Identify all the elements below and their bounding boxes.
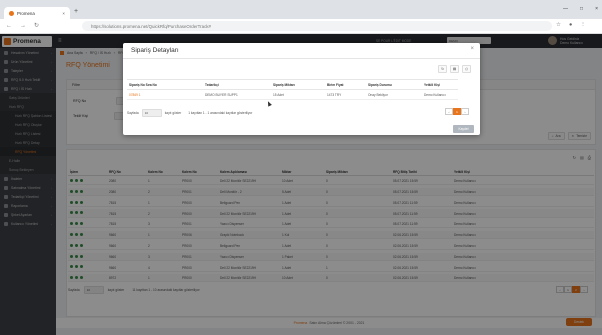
modal-page-size-label: Sayfada	[127, 111, 139, 115]
profile-icon[interactable]: ●	[569, 22, 572, 28]
modal-table-cell: Onay Bekliyor	[368, 93, 388, 97]
forward-icon[interactable]: →	[20, 23, 26, 29]
browser-tab[interactable]: Promena ×	[4, 7, 70, 19]
nav-buttons: ← → ↻	[6, 22, 39, 30]
modal-column-header[interactable]: Birim Fiyat	[327, 83, 343, 87]
modal-table-cell: Demo Kullanıcı	[424, 93, 446, 97]
modal-page-button[interactable]: ›	[461, 108, 469, 115]
modal-print-icon[interactable]: ⎙	[462, 65, 471, 73]
address-bar-row: ← → ↻ https://solutions.promena.net/Quic…	[0, 19, 602, 34]
save-button[interactable]: Kaydet	[453, 125, 474, 133]
modal-table-cell: 1473 TRY	[327, 93, 342, 97]
url-text: https://solutions.promena.net/QuickRfq/P…	[91, 23, 211, 29]
modal-table-header: Sipariş No Sıra No Tedarikçi Sipariş Mikta…	[127, 79, 458, 90]
modal-column-header[interactable]: Sipariş No Sıra No	[129, 83, 157, 87]
maximize-icon[interactable]: □	[580, 6, 583, 12]
tab-title: Promena	[17, 10, 35, 16]
reload-icon[interactable]: ↻	[34, 22, 39, 29]
url-input[interactable]: https://solutions.promena.net/QuickRfq/P…	[82, 21, 552, 31]
modal-tools: ↻ ▤ ⎙	[438, 65, 471, 73]
more-menu-icon[interactable]: ⋮	[580, 22, 586, 28]
modal-divider	[123, 58, 480, 59]
modal-close-icon[interactable]: ×	[470, 46, 474, 52]
minimize-icon[interactable]: —	[563, 6, 568, 12]
order-details-modal: Sipariş Detayları × ↻ ▤ ⎙ Sipariş No Sır…	[123, 43, 480, 135]
modal-table-cell: DEMO BUYER SUPP1	[205, 93, 238, 97]
modal-column-header[interactable]: Sipariş Miktarı	[273, 83, 295, 87]
favicon-icon	[9, 10, 14, 16]
close-tab-icon[interactable]: ×	[62, 11, 65, 16]
browser-titlebar	[0, 0, 602, 19]
modal-table: Sipariş No Sıra No Tedarikçi Sipariş Mikta…	[127, 79, 458, 109]
modal-table-footer: Sayfada 10 kayıt göster 1 kayıttan 1 - 1…	[127, 109, 252, 117]
order-number-link[interactable]: 07869 1	[129, 93, 141, 97]
modal-table-row: 07869 1 DEMO BUYER SUPP1 15 Adet 1473 TRY On…	[127, 90, 458, 100]
modal-column-header[interactable]: Tedarikçi	[205, 83, 219, 87]
modal-column-header[interactable]: Sipariş Durumu	[368, 83, 392, 87]
modal-page-size-select[interactable]: 10	[141, 109, 162, 117]
window-controls: — □ ×	[563, 6, 598, 12]
modal-table-info: 1 kayıttan 1 - 1 arasındaki kayıtlar gös…	[188, 111, 253, 115]
modal-pagination: ‹ 1 ›	[445, 108, 469, 115]
modal-column-header[interactable]: Yetkili Kişi	[424, 83, 440, 87]
modal-page-button[interactable]: 1	[453, 108, 461, 115]
modal-page-button[interactable]: ‹	[445, 108, 453, 115]
modal-excel-icon[interactable]: ▤	[450, 65, 459, 73]
modal-title: Sipariş Detayları	[131, 47, 179, 54]
modal-refresh-icon[interactable]: ↻	[438, 65, 447, 73]
bookmark-star-icon[interactable]: ☆	[556, 22, 561, 28]
close-window-icon[interactable]: ×	[595, 6, 598, 12]
browser-actions: ☆ ● ⋮	[556, 22, 586, 28]
back-icon[interactable]: ←	[6, 23, 12, 29]
modal-page-size-suffix: kayıt göster	[164, 111, 182, 115]
modal-table-cell: 15 Adet	[273, 93, 284, 97]
new-tab-button[interactable]: +	[74, 8, 78, 15]
save-label: Kaydet	[458, 127, 469, 131]
